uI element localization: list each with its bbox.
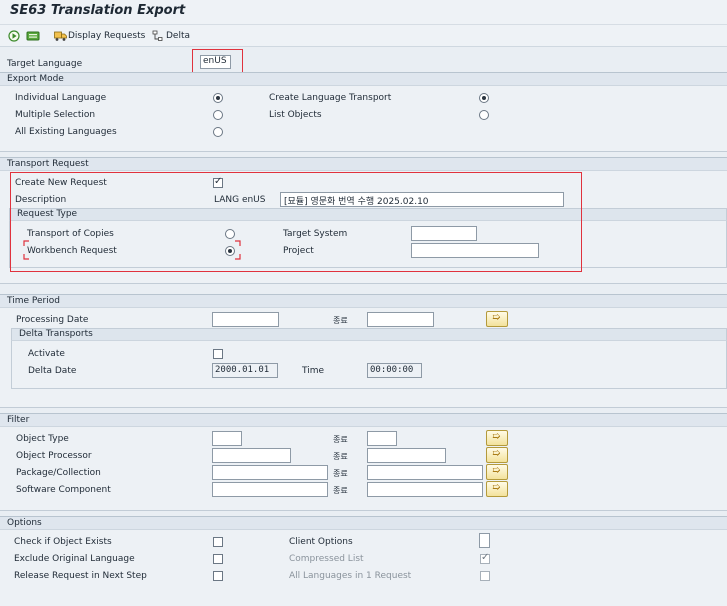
package-collection-to-field[interactable] [367,465,483,480]
all-existing-languages-label: All Existing Languages [15,127,117,137]
arrow-right-icon: ➯ [492,312,501,323]
list-objects-radio[interactable] [479,110,489,120]
object-type-from-field[interactable] [212,431,242,446]
object-processor-to-label: 종료 [333,452,348,461]
processing-date-to-label: 종료 [333,316,348,325]
export-mode-title: Export Mode [7,74,64,84]
options-header: Options [0,516,727,530]
all-languages-one-request-label: All Languages in 1 Request [289,571,412,581]
application-toolbar: Display Requests Delta [0,25,727,47]
object-processor-multiple-selection-button[interactable]: ➯ [486,447,508,463]
time-label: Time [302,366,325,376]
all-existing-languages-radio[interactable] [213,127,223,137]
release-request-label: Release Request in Next Step [14,571,147,581]
delta-transports-title: Delta Transports [19,329,93,339]
arrow-right-icon: ➯ [492,482,501,493]
delta-transports-header: Delta Transports [11,328,727,341]
execute-icon[interactable] [8,30,20,42]
display-requests-label: Display Requests [68,31,146,41]
target-language-label: Target Language [7,59,83,69]
transport-request-highlight [10,172,582,272]
individual-language-label: Individual Language [15,93,107,103]
processing-date-multiple-selection-button[interactable]: ➯ [486,311,508,327]
object-processor-label: Object Processor [16,451,92,461]
object-type-multiple-selection-button[interactable]: ➯ [486,430,508,446]
exclude-original-language-checkbox[interactable] [213,554,223,564]
package-collection-from-field[interactable] [212,465,328,480]
create-language-transport-radio[interactable] [479,93,489,103]
software-component-to-field[interactable] [367,482,483,497]
truck-icon [54,31,67,41]
time-period-section: Processing Date 종료 ➯ Delta Transports Ac… [0,308,727,408]
software-component-multiple-selection-button[interactable]: ➯ [486,481,508,497]
software-component-label: Software Component [16,485,111,495]
package-collection-multiple-selection-button[interactable]: ➯ [486,464,508,480]
delta-date-label: Delta Date [28,366,77,376]
display-requests-button[interactable]: Display Requests [54,29,150,43]
object-type-to-label: 종료 [333,435,348,444]
target-language-field[interactable]: enUS [200,55,231,69]
software-component-from-field[interactable] [212,482,328,497]
activate-checkbox[interactable] [213,349,223,359]
title-bar: SE63 Translation Export [0,0,727,25]
time-period-header: Time Period [0,294,727,308]
export-mode-header: Export Mode [0,72,727,86]
arrow-right-icon: ➯ [492,448,501,459]
multiple-selection-radio[interactable] [213,110,223,120]
object-processor-to-field[interactable] [367,448,446,463]
filter-title: Filter [7,415,30,425]
object-type-to-field[interactable] [367,431,397,446]
object-type-label: Object Type [16,434,69,444]
client-options-field[interactable] [479,533,490,548]
filter-section: Object Type 종료 ➯ Object Processor 종료 ➯ P… [0,427,727,511]
package-collection-to-label: 종료 [333,469,348,478]
page-title: SE63 Translation Export [10,3,186,18]
filter-header: Filter [0,413,727,427]
arrow-right-icon: ➯ [492,431,501,442]
delta-date-field[interactable]: 2000.01.01 [212,363,278,378]
multiple-selection-label: Multiple Selection [15,110,96,120]
activate-label: Activate [28,349,65,359]
processing-date-to-field[interactable] [367,312,434,327]
arrow-right-icon: ➯ [492,465,501,476]
delta-label: Delta [166,31,191,41]
variant-icon[interactable] [26,30,40,42]
check-if-object-exists-checkbox[interactable] [213,537,223,547]
client-options-label: Client Options [289,537,353,547]
time-field[interactable]: 00:00:00 [367,363,422,378]
software-component-to-label: 종료 [333,486,348,495]
exclude-original-language-label: Exclude Original Language [14,554,135,564]
transport-request-header: Transport Request [0,157,727,171]
export-mode-section: Individual Language Multiple Selection A… [0,86,727,152]
release-request-checkbox[interactable] [213,571,223,581]
object-processor-from-field[interactable] [212,448,291,463]
processing-date-from-field[interactable] [212,312,279,327]
individual-language-radio[interactable] [213,93,223,103]
compressed-list-checkbox [480,552,490,564]
check-if-object-exists-label: Check if Object Exists [14,537,112,547]
time-period-title: Time Period [7,296,60,306]
options-title: Options [7,518,42,528]
create-language-transport-label: Create Language Transport [269,93,392,103]
list-objects-label: List Objects [269,110,322,120]
compressed-list-label: Compressed List [289,554,364,564]
transport-request-title: Transport Request [7,159,89,169]
delta-button[interactable]: Delta [152,29,192,43]
package-collection-label: Package/Collection [16,468,101,478]
all-languages-one-request-checkbox [480,571,490,581]
delta-icon [152,30,163,41]
options-section: Check if Object Exists Exclude Original … [0,530,727,606]
processing-date-label: Processing Date [16,315,89,325]
